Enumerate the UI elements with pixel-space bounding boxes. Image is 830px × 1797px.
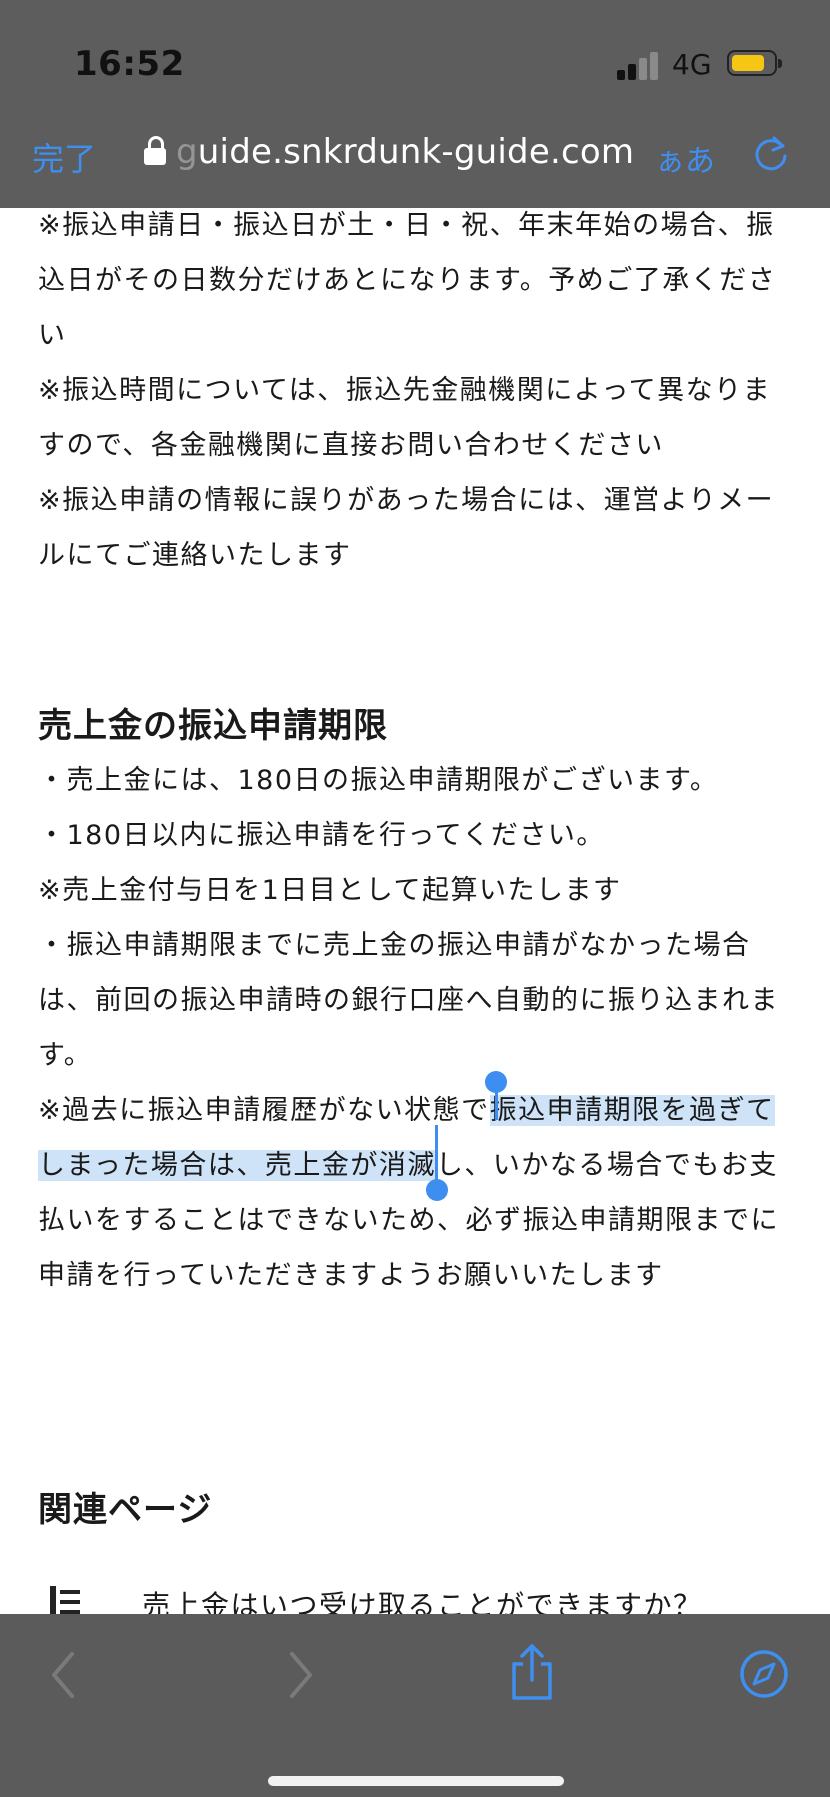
browser-toolbar: [0, 1614, 830, 1797]
back-icon[interactable]: [48, 1650, 78, 1700]
section-line: ※売上金付与日を1日目として起算いたします: [38, 875, 622, 906]
done-button[interactable]: 完了: [32, 134, 96, 180]
selection-end-bar: [435, 1125, 438, 1187]
share-icon[interactable]: [508, 1642, 556, 1702]
section-line: ・180日以内に振込申請を行ってください。: [38, 820, 605, 851]
url-faded-prefix: g: [176, 132, 198, 172]
browser-top-bar: 16:52 4G 完了 guide.snkrdunk-guide.com ぁあ: [0, 0, 830, 208]
section-line: ・売上金には、180日の振込申請期限がございます。: [38, 765, 719, 796]
warning-paragraph[interactable]: ※過去に振込申請履歴がない状態で振込申請期限を過ぎてしまった場合は、売上金が消滅…: [38, 1083, 798, 1303]
article-content: ※振込申請日・振込日が土・日・祝、年末年始の場合、振込日がその日数分だけあとにな…: [38, 198, 798, 1535]
section-line: ・振込申請期限までに売上金の振込申請がなかった場合は、前回の振込申請時の銀行口座…: [38, 930, 779, 1071]
reload-icon[interactable]: [752, 134, 790, 172]
forward-icon[interactable]: [286, 1650, 316, 1700]
home-indicator[interactable]: [268, 1776, 564, 1786]
note-error-contact: ※振込申請の情報に誤りがあった場合には、運営よりメールにてご連絡いたします: [38, 485, 775, 571]
signal-strength-icon: [617, 52, 663, 80]
note-weekend: ※振込申請日・振込日が土・日・祝、年末年始の場合、振込日がその日数分だけあとにな…: [38, 210, 777, 351]
warning-text-pre: ※過去に振込申請履歴がない状態で: [38, 1095, 490, 1126]
related-pages-title: 関連ページ: [38, 1490, 213, 1530]
lock-icon: [144, 136, 166, 166]
status-time: 16:52: [74, 44, 185, 84]
selection-start-bar: [495, 1090, 498, 1120]
note-transfer-time: ※振込時間については、振込先金融機関によって異なりますので、各金融機関に直接お問…: [38, 375, 772, 461]
text-size-button[interactable]: ぁあ: [655, 136, 715, 180]
compass-icon[interactable]: [738, 1648, 790, 1700]
section-title: 売上金の振込申請期限: [38, 706, 388, 746]
url-text: uide.snkrdunk-guide.com: [197, 132, 635, 172]
address-bar[interactable]: guide.snkrdunk-guide.com: [176, 132, 634, 172]
related-page-link[interactable]: 売上金はいつ受け取ることができますか？: [142, 1584, 703, 1618]
related-page-item[interactable]: 売上金はいつ受け取ることができますか？: [38, 1578, 798, 1618]
selection-end-handle[interactable]: [426, 1179, 448, 1201]
battery-icon: [727, 50, 782, 76]
network-type: 4G: [672, 48, 712, 81]
